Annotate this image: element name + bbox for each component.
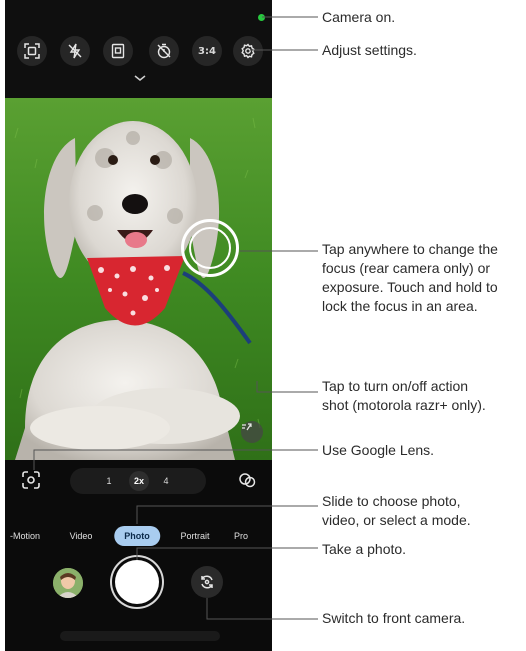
callout-line-switch — [206, 598, 318, 620]
callout-line-shutter — [136, 547, 318, 560]
callout-adjust-settings: Adjust settings. — [322, 42, 417, 58]
callout-action-shot: Tap to turn on/off action shot (motorola… — [322, 378, 486, 413]
callout-lines — [33, 16, 318, 620]
callout-focus: Tap anywhere to change the focus (rear c… — [322, 241, 498, 314]
callout-camera-on: Camera on. — [322, 9, 396, 25]
callout-take-photo: Take a photo. — [322, 541, 407, 557]
callout-line-mode — [136, 505, 318, 524]
callout-line-google-lens — [33, 449, 318, 470]
callout-line-action-shot — [256, 381, 318, 393]
callout-google-lens: Use Google Lens. — [322, 442, 435, 458]
callout-slide-mode: Slide to choose photo, video, or select … — [322, 493, 471, 528]
callout-switch-camera: Switch to front camera. — [322, 610, 466, 626]
